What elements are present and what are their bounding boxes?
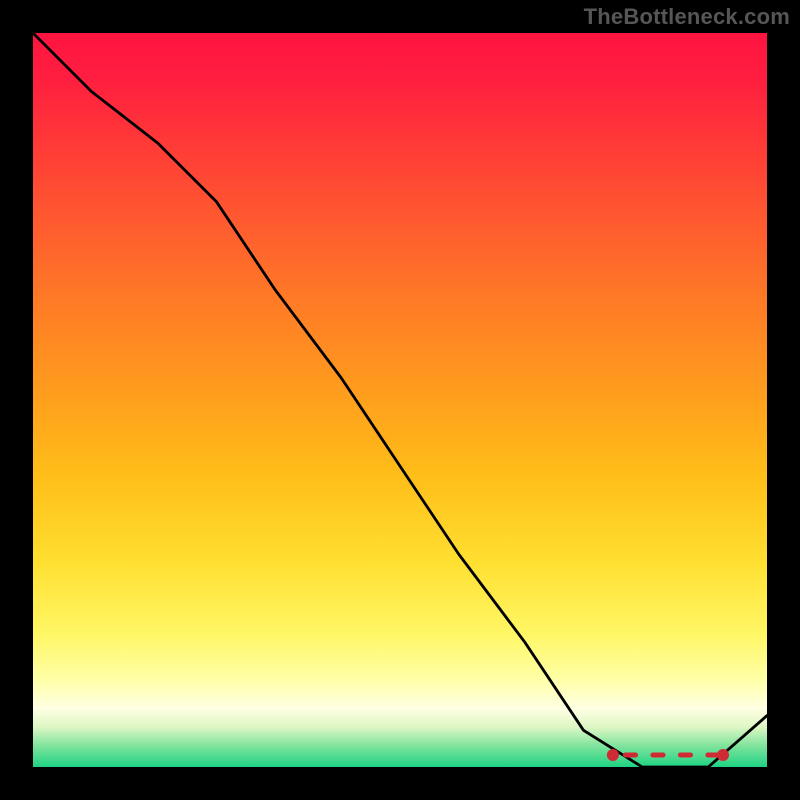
- bottleneck-curve: [33, 33, 767, 767]
- attribution-label: TheBottleneck.com: [584, 4, 790, 30]
- optimum-dash: [705, 753, 720, 758]
- chart-frame: TheBottleneck.com: [0, 0, 800, 800]
- optimum-markers: [607, 749, 729, 761]
- plot-area: [33, 33, 767, 767]
- optimum-end-dot: [607, 749, 619, 761]
- optimum-dash: [623, 753, 638, 758]
- optimum-dash: [650, 753, 665, 758]
- optimum-dash: [678, 753, 693, 758]
- line-chart: [33, 33, 767, 767]
